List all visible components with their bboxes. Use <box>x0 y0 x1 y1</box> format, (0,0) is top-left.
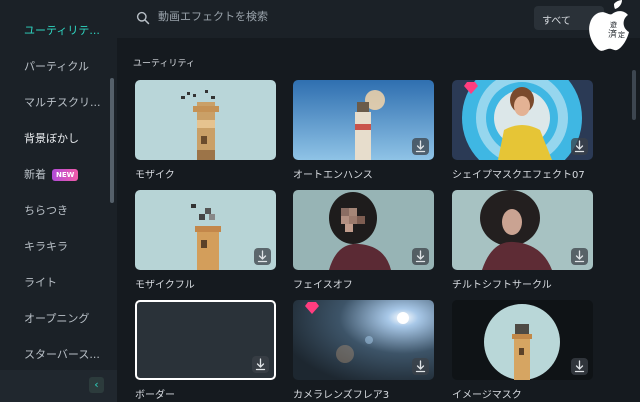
watermark-text-1: 遊 <box>610 20 617 29</box>
effect-label: シェイプマスクエフェクト07 <box>452 170 585 181</box>
search-icon <box>136 11 150 25</box>
sidebar-item-multiscreen[interactable]: マルチスクリ... <box>24 94 101 110</box>
effect-label: モザイク <box>135 170 175 181</box>
sidebar-item-label: 背景ぼかし <box>24 132 79 145</box>
sidebar-item-label: キラキラ <box>24 240 68 253</box>
chevron-left-icon: ‹ <box>94 378 99 391</box>
watermark-text-3: 定 <box>618 30 625 39</box>
new-badge: NEW <box>52 169 79 181</box>
sidebar-item-light[interactable]: ライト <box>24 274 57 290</box>
effect-card-mosaic[interactable] <box>135 80 276 160</box>
main-scrollbar[interactable] <box>632 70 636 120</box>
sidebar-item-starburst[interactable]: スターバース... <box>24 346 100 362</box>
sidebar-item-label: 新着 <box>24 168 46 181</box>
category-sidebar: ユーティリテ... パーティクル マルチスクリ... 背景ぼかし 新着 NEW ち… <box>0 0 117 402</box>
download-icon[interactable] <box>412 358 429 375</box>
watermark-text-2: 済 <box>608 28 617 40</box>
sidebar-item-label: ユーティリテ... <box>24 24 100 37</box>
sidebar-item-label: スターバース... <box>24 348 100 361</box>
effect-label: フェイスオフ <box>293 280 353 291</box>
sidebar-item-particle[interactable]: パーティクル <box>24 58 89 74</box>
effect-label: チルトシフトサークル <box>452 280 552 291</box>
effect-card-tilt-shift-circle[interactable] <box>452 190 593 270</box>
section-title: ユーティリティ <box>133 59 195 69</box>
apple-watermark-logo: 遊 済 定 <box>589 0 629 51</box>
sidebar-item-sparkle[interactable]: キラキラ <box>24 238 68 254</box>
sidebar-item-label: オープニング <box>24 312 90 325</box>
premium-gem-icon <box>305 302 319 314</box>
collapse-sidebar-button[interactable]: ‹ <box>89 377 104 393</box>
effect-card-border[interactable] <box>135 300 276 380</box>
search-input[interactable] <box>158 10 458 23</box>
effect-card-auto-enhance[interactable] <box>293 80 434 160</box>
sidebar-item-background-blur[interactable]: 背景ぼかし <box>24 130 79 146</box>
effect-card-face-off[interactable] <box>293 190 434 270</box>
effect-card-mosaic-full[interactable] <box>135 190 276 270</box>
sidebar-item-opening[interactable]: オープニング <box>24 310 89 326</box>
download-icon[interactable] <box>252 356 269 373</box>
effect-card-shape-mask-07[interactable] <box>452 80 593 160</box>
effect-card-camera-lens-flare-3[interactable] <box>293 300 434 380</box>
effect-label: イメージマスク <box>452 390 522 401</box>
download-icon[interactable] <box>412 248 429 265</box>
sidebar-item-flicker[interactable]: ちらつき <box>24 202 68 218</box>
thumbnail-lighthouse-mosaic <box>135 80 276 160</box>
download-icon[interactable] <box>571 138 588 155</box>
download-icon[interactable] <box>571 248 588 265</box>
effect-label: ボーダー <box>135 390 175 401</box>
download-icon[interactable] <box>571 358 588 375</box>
sidebar-item-label: マルチスクリ... <box>24 96 101 109</box>
filter-selected-value: すべて <box>542 16 571 27</box>
sidebar-item-utility[interactable]: ユーティリテ... <box>24 22 100 38</box>
download-icon[interactable] <box>412 138 429 155</box>
sidebar-item-label: ちらつき <box>24 204 68 217</box>
sidebar-item-new[interactable]: 新着 NEW <box>24 166 79 182</box>
sidebar-item-label: ライト <box>24 276 57 289</box>
effect-label: モザイクフル <box>135 280 195 291</box>
sidebar-scrollbar[interactable] <box>110 78 114 203</box>
download-icon[interactable] <box>254 248 271 265</box>
effect-label: カメラレンズフレア3 <box>293 390 390 401</box>
effect-card-image-mask[interactable] <box>452 300 593 380</box>
sidebar-item-label: パーティクル <box>24 60 90 73</box>
effect-label: オートエンハンス <box>293 170 373 181</box>
premium-gem-icon <box>464 82 478 94</box>
